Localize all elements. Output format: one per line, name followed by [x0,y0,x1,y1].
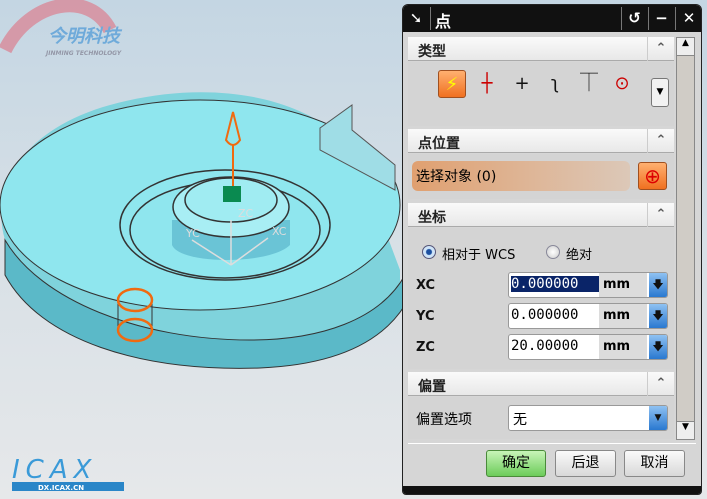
offset-option-label: 偏置选项 [416,412,472,428]
coordinates-section: 相对于 WCS 绝对 XC 0.000000 mm 🡇 YC 0.000000 mm 🡇… [408,228,674,369]
cursor-location-icon[interactable]: ┼ [473,70,501,98]
radio-absolute-label: 绝对 [566,248,593,263]
xc-dropdown-icon[interactable]: 🡇 [649,273,667,297]
zc-field[interactable]: 20.00000 mm 🡇 [508,334,668,360]
section-offset-header[interactable]: 偏置 ⌃ [408,372,674,396]
zc-dropdown-icon[interactable]: 🡇 [649,335,667,359]
type-section: ⚡ ┼ + ʅ ⏉ ⊙ ▼ [408,62,674,126]
svg-text:DX.ICAX.CN: DX.ICAX.CN [38,484,84,492]
inferred-point-icon[interactable]: ⚡ [438,70,466,98]
xc-axis-label: XC [272,225,287,238]
section-label: 偏置 [418,379,446,395]
offset-section: 偏置选项 无 ▼ [408,397,674,439]
section-label: 类型 [418,44,446,60]
section-point-location-header[interactable]: 点位置 ⌃ [408,129,674,153]
section-label: 点位置 [418,136,460,152]
collapse-icon[interactable]: ⌃ [647,129,674,153]
yc-field[interactable]: 0.000000 mm 🡇 [508,303,668,329]
scroll-up-button[interactable]: ▲ [677,38,694,56]
jinming-watermark: 今明科技 JINMING TECHNOLOGY [0,0,123,57]
point-dialog: ➘ 点 ↺ − ✕ ▲ ▼ 类型 ⌃ ⚡ ┼ + ʅ ⏉ ⊙ ▼ 点位置 ⌃ 选择对… [402,4,702,495]
yc-unit: mm [599,304,647,328]
point-dialog-icon[interactable]: ⊕ [638,162,667,190]
dialog-title: 点 [435,12,452,31]
back-button[interactable]: 后退 [555,450,616,477]
minimize-button[interactable]: − [648,7,674,30]
svg-text:JINMING TECHNOLOGY: JINMING TECHNOLOGY [45,50,122,57]
part-model: ZC YC XC [0,92,406,369]
svg-text:今明科技: 今明科技 [48,26,123,47]
cancel-button[interactable]: 取消 [624,450,685,477]
close-button[interactable]: ✕ [675,7,701,30]
zc-input[interactable]: 20.00000 [511,338,599,354]
dialog-bottom-border [403,486,701,494]
section-type-header[interactable]: 类型 ⌃ [408,37,674,61]
reset-button[interactable]: ↺ [621,7,647,30]
collapse-icon[interactable]: ⌃ [647,203,674,227]
chevron-down-icon[interactable]: ▼ [649,406,667,430]
offset-option-value: 无 [513,412,527,428]
radio-relative-label: 相对于 WCS [442,248,516,263]
section-coordinates-header[interactable]: 坐标 ⌃ [408,203,674,227]
xc-field[interactable]: 0.000000 mm 🡇 [508,272,668,298]
xc-input[interactable]: 0.000000 [511,276,599,292]
scrollbar[interactable]: ▲ ▼ [676,37,695,440]
zc-label: ZC [416,340,435,355]
yc-input[interactable]: 0.000000 [511,307,599,323]
svg-text:ICAX: ICAX [12,455,97,485]
zc-axis-label: ZC [238,207,254,220]
yc-label: YC [416,309,435,324]
icax-watermark: ICAX DX.ICAX.CN [12,455,124,492]
radio-absolute[interactable] [546,245,560,259]
radio-relative-wcs[interactable] [422,245,436,259]
xc-label: XC [416,278,436,293]
origin-cube [223,186,241,202]
xc-unit: mm [599,273,647,297]
pin-icon[interactable]: ➘ [403,7,429,30]
ok-button[interactable]: 确定 [486,450,546,477]
yc-axis-label: YC [185,227,200,240]
end-point-icon[interactable]: ʅ [541,70,569,98]
control-point-icon[interactable]: ⏉ [575,70,603,98]
scroll-down-button[interactable]: ▼ [677,421,694,439]
arc-center-icon[interactable]: ⊙ [608,70,636,98]
type-dropdown-button[interactable]: ▼ [651,78,669,107]
offset-option-select[interactable]: 无 ▼ [508,405,668,431]
collapse-icon[interactable]: ⌃ [647,372,674,396]
section-label: 坐标 [418,210,446,226]
point-location-section: 选择对象 (0) ⊕ [408,154,674,199]
zc-unit: mm [599,335,647,359]
collapse-icon[interactable]: ⌃ [647,37,674,61]
divider [408,443,696,444]
existing-point-icon[interactable]: + [508,70,536,98]
yc-dropdown-icon[interactable]: 🡇 [649,304,667,328]
select-object-field[interactable]: 选择对象 (0) [412,161,630,191]
dialog-titlebar[interactable]: ➘ 点 ↺ − ✕ [403,5,701,32]
